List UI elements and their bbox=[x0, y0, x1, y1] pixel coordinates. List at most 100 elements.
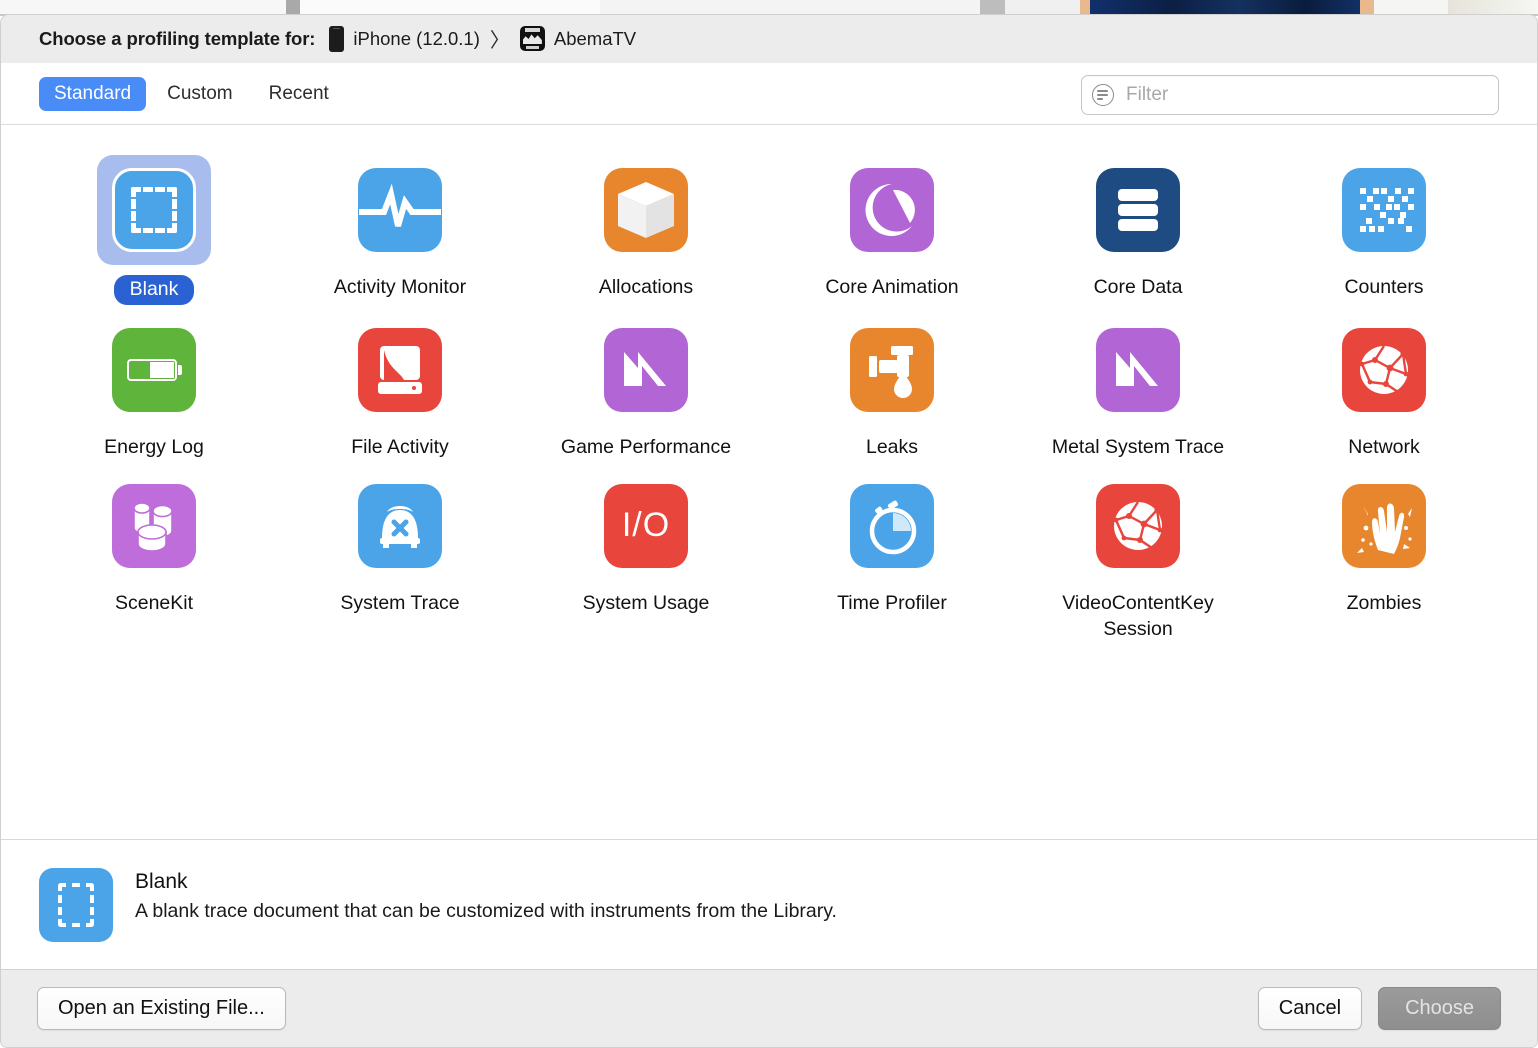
template-item-scenekit[interactable]: SceneKit bbox=[31, 467, 277, 643]
template-item-counters[interactable]: Counters bbox=[1261, 151, 1507, 305]
template-label: SceneKit bbox=[114, 591, 194, 614]
template-label: Activity Monitor bbox=[333, 276, 467, 298]
template-item-system-trace[interactable]: System Trace bbox=[277, 467, 523, 643]
search-input[interactable] bbox=[1126, 84, 1488, 106]
tab-group: Standard Custom Recent bbox=[39, 76, 344, 111]
template-item-blank[interactable]: Blank bbox=[31, 151, 277, 305]
detail-panel: Blank A blank trace document that can be… bbox=[1, 839, 1537, 969]
file-page-icon bbox=[358, 327, 442, 412]
template-item-network[interactable]: Network bbox=[1261, 311, 1507, 461]
cube-icon bbox=[604, 168, 688, 252]
icon-holder bbox=[1327, 155, 1441, 265]
icon-holder bbox=[343, 471, 457, 581]
icon-holder bbox=[1327, 471, 1441, 581]
template-label: File Activity bbox=[351, 435, 449, 458]
template-label: VideoContentKey Session bbox=[1062, 591, 1214, 640]
selection-highlight bbox=[97, 155, 211, 265]
breadcrumb-device[interactable]: iPhone (12.0.1) bbox=[353, 28, 480, 50]
template-label: Game Performance bbox=[560, 435, 732, 458]
template-item-game-performance[interactable]: Game Performance bbox=[523, 311, 769, 461]
template-item-leaks[interactable]: Leaks bbox=[769, 311, 1015, 461]
filter-icon bbox=[1092, 84, 1114, 106]
database-bars-icon bbox=[1096, 168, 1180, 252]
template-grid-area: Blank Activity Monitor Allocations Core … bbox=[1, 125, 1537, 839]
tab-recent[interactable]: Recent bbox=[254, 77, 344, 111]
tab-standard[interactable]: Standard bbox=[39, 76, 147, 111]
template-label: Core Data bbox=[1093, 276, 1183, 298]
template-label: Time Profiler bbox=[837, 591, 947, 614]
template-item-energy-log[interactable]: Energy Log bbox=[31, 311, 277, 461]
blank-icon bbox=[112, 168, 196, 252]
template-grid: Blank Activity Monitor Allocations Core … bbox=[1, 151, 1537, 643]
io-text-icon: I/O bbox=[604, 483, 688, 568]
icon-holder bbox=[97, 471, 211, 581]
network-globe-icon bbox=[1096, 483, 1180, 568]
footer-actions: Cancel Choose bbox=[1257, 987, 1501, 1030]
template-label: Energy Log bbox=[104, 435, 204, 458]
chevron-right-icon: 〉 bbox=[489, 30, 510, 52]
template-item-activity-monitor[interactable]: Activity Monitor bbox=[277, 151, 523, 305]
ekg-waveform-icon bbox=[358, 168, 442, 252]
template-label: Allocations bbox=[598, 276, 694, 298]
template-item-core-data[interactable]: Core Data bbox=[1015, 151, 1261, 305]
template-label: Core Animation bbox=[825, 276, 959, 298]
filter-field[interactable] bbox=[1081, 75, 1499, 115]
breadcrumb: iPhone (12.0.1) 〉 AbemaTV bbox=[329, 24, 636, 53]
template-label: Blank bbox=[113, 275, 195, 305]
template-label: Network bbox=[1348, 435, 1420, 458]
crescent-icon bbox=[850, 168, 934, 252]
tab-bar: Standard Custom Recent bbox=[1, 63, 1537, 125]
template-label: Metal System Trace bbox=[1051, 435, 1225, 458]
icon-holder bbox=[1081, 315, 1195, 425]
template-label: Counters bbox=[1344, 276, 1424, 298]
template-label: System Trace bbox=[340, 591, 460, 614]
tab-custom[interactable]: Custom bbox=[152, 77, 247, 111]
icon-holder bbox=[589, 155, 703, 265]
template-item-zombies[interactable]: Zombies bbox=[1261, 467, 1507, 643]
detail-text: Blank A blank trace document that can be… bbox=[135, 868, 837, 923]
template-label: Leaks bbox=[865, 435, 919, 458]
template-item-file-activity[interactable]: File Activity bbox=[277, 311, 523, 461]
template-label: Zombies bbox=[1346, 591, 1422, 614]
battery-icon bbox=[112, 327, 196, 412]
template-item-videocontentkey-session[interactable]: VideoContentKey Session bbox=[1015, 467, 1261, 643]
cancel-button[interactable]: Cancel bbox=[1257, 987, 1363, 1030]
open-existing-file-button[interactable]: Open an Existing File... bbox=[37, 987, 286, 1030]
template-item-core-animation[interactable]: Core Animation bbox=[769, 151, 1015, 305]
phone-x-icon bbox=[358, 483, 442, 568]
icon-holder bbox=[1327, 315, 1441, 425]
zombie-hand-icon bbox=[1342, 483, 1426, 568]
detail-title: Blank bbox=[135, 870, 188, 893]
icon-holder bbox=[1081, 471, 1195, 581]
icon-holder bbox=[835, 315, 949, 425]
faucet-drip-icon bbox=[850, 327, 934, 412]
icon-holder bbox=[343, 315, 457, 425]
metal-m-icon bbox=[1096, 327, 1180, 412]
template-item-allocations[interactable]: Allocations bbox=[523, 151, 769, 305]
template-item-system-usage[interactable]: I/O System Usage bbox=[523, 467, 769, 643]
icon-holder bbox=[835, 471, 949, 581]
pixel-scatter-icon bbox=[1342, 168, 1426, 252]
choose-button[interactable]: Choose bbox=[1378, 987, 1501, 1030]
breadcrumb-app[interactable]: AbemaTV bbox=[554, 28, 636, 50]
network-globe-icon bbox=[1342, 327, 1426, 412]
dialog-header: Choose a profiling template for: iPhone … bbox=[1, 15, 1537, 63]
icon-holder bbox=[343, 155, 457, 265]
dialog-footer: Open an Existing File... Cancel Choose bbox=[1, 969, 1537, 1047]
detail-description: A blank trace document that can be custo… bbox=[135, 900, 837, 922]
cylinders-icon bbox=[112, 483, 196, 568]
template-item-time-profiler[interactable]: Time Profiler bbox=[769, 467, 1015, 643]
blank-icon bbox=[39, 868, 113, 942]
icon-holder bbox=[1081, 155, 1195, 265]
abematv-app-icon bbox=[519, 26, 545, 51]
metal-m-icon bbox=[604, 327, 688, 412]
icon-holder bbox=[97, 315, 211, 425]
icon-holder bbox=[589, 315, 703, 425]
io-label: I/O bbox=[621, 506, 671, 545]
profiling-template-dialog: Choose a profiling template for: iPhone … bbox=[0, 14, 1538, 1048]
icon-holder: I/O bbox=[589, 471, 703, 581]
template-item-metal-system-trace[interactable]: Metal System Trace bbox=[1015, 311, 1261, 461]
stopwatch-icon bbox=[850, 483, 934, 568]
page-title: Choose a profiling template for: bbox=[39, 27, 316, 49]
icon-holder bbox=[835, 155, 949, 265]
